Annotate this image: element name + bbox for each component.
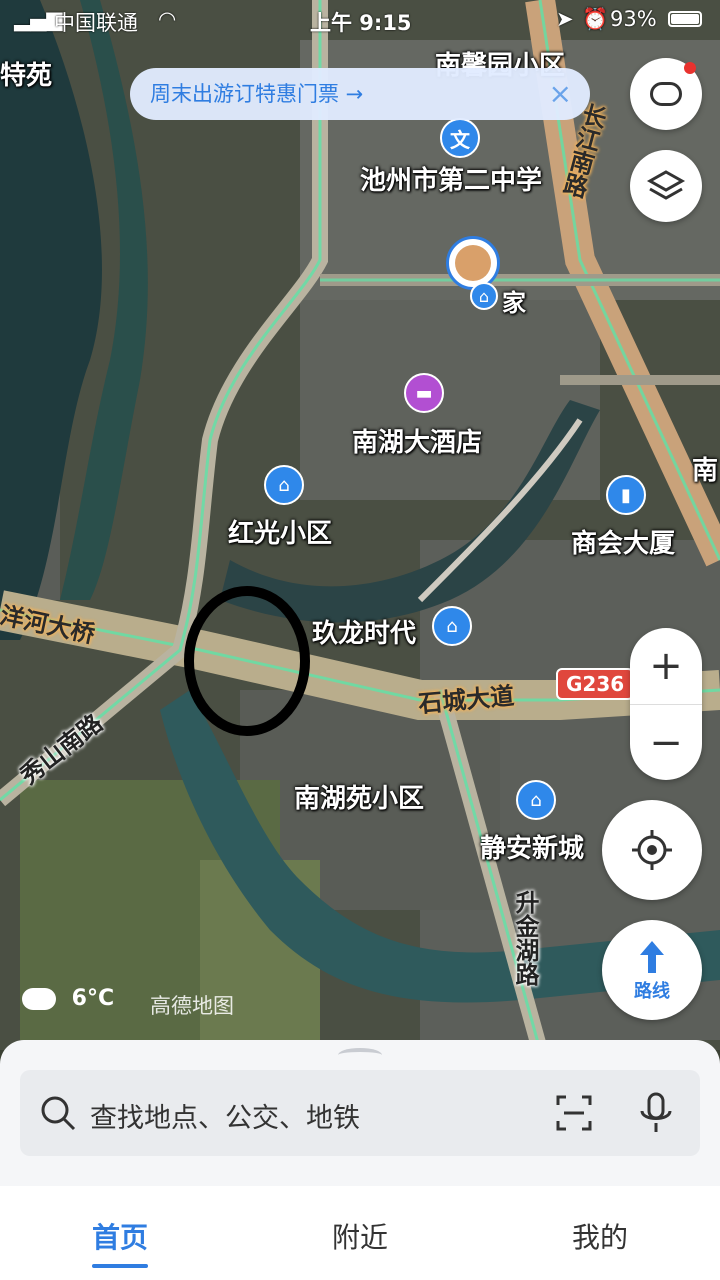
hotel-icon[interactable]: ▬: [404, 373, 444, 413]
zoom-out-button[interactable]: −: [630, 704, 702, 781]
alarm-icon: ⏰: [582, 7, 609, 31]
poi-label[interactable]: 特苑: [0, 55, 52, 92]
route-button[interactable]: 路线: [602, 920, 702, 1020]
map-watermark: 高德地图: [150, 994, 234, 1018]
temperature: 6°C: [71, 986, 115, 1011]
poi-label[interactable]: 南湖大酒店: [352, 422, 482, 459]
building-icon[interactable]: ▮: [606, 475, 646, 515]
route-arrow-icon: [640, 941, 664, 973]
battery-icon: [668, 11, 702, 27]
tab-label: 首页: [91, 1221, 148, 1254]
sheet-handle[interactable]: [338, 1048, 382, 1062]
scan-icon[interactable]: [554, 1093, 594, 1133]
status-bar: ▂▄▆ 中国联通 ◠ 上午 9:15 ➤ ⏰ 93%: [0, 0, 720, 40]
layers-icon: [646, 170, 686, 200]
tab-label: 我的: [571, 1221, 628, 1254]
tab-nearby[interactable]: 附近: [300, 1216, 420, 1256]
poi-label[interactable]: 商会大厦: [571, 523, 675, 560]
route-label: 路线: [634, 981, 670, 1002]
zoom-in-button[interactable]: +: [630, 628, 702, 704]
search-bar[interactable]: 查找地点、公交、地铁: [20, 1070, 700, 1156]
chat-icon: [650, 82, 682, 106]
poi-label[interactable]: 南: [692, 450, 718, 487]
tab-label: 附近: [331, 1221, 388, 1254]
battery-level: 93%: [610, 7, 657, 31]
avatar: [455, 245, 491, 281]
close-icon[interactable]: ×: [549, 68, 572, 120]
zoom-control: + −: [630, 628, 702, 780]
location-arrow-icon: ➤: [556, 7, 574, 31]
search-input[interactable]: 查找地点、公交、地铁: [90, 1096, 360, 1135]
school-icon[interactable]: 文: [440, 118, 480, 158]
notification-dot: [684, 62, 696, 74]
carrier: 中国联通: [54, 11, 138, 35]
microphone-icon[interactable]: [636, 1091, 676, 1135]
residence-icon[interactable]: ⌂: [432, 606, 472, 646]
residence-icon[interactable]: ⌂: [516, 780, 556, 820]
poi-label[interactable]: 静安新城: [480, 828, 584, 865]
road-label-shengjin: 升金湖路: [511, 890, 539, 986]
wifi-icon: ◠: [158, 7, 177, 31]
locate-icon: [632, 830, 672, 870]
message-button[interactable]: [630, 58, 702, 130]
search-icon: [41, 1096, 76, 1131]
tab-home[interactable]: 首页: [60, 1216, 180, 1268]
clock: 上午 9:15: [310, 11, 412, 35]
map-view[interactable]: 南馨园小区 特苑 文 池州市第二中学 ⌂ 家 ▬ 南湖大酒店 ⌂ 红光小区 ▮ …: [0, 0, 720, 1050]
tab-bar: 首页 附近 我的: [0, 1186, 720, 1280]
promo-banner[interactable]: 周末出游订特惠门票 → ×: [130, 68, 590, 120]
poi-label[interactable]: 南湖苑小区: [294, 778, 424, 815]
home-icon[interactable]: ⌂: [470, 282, 498, 310]
layers-button[interactable]: [630, 150, 702, 222]
tab-me[interactable]: 我的: [540, 1216, 660, 1256]
avatar-location-marker[interactable]: [446, 236, 500, 290]
poi-label[interactable]: 家: [502, 283, 526, 318]
poi-label[interactable]: 红光小区: [228, 513, 332, 550]
cloud-icon: [22, 988, 56, 1010]
poi-label[interactable]: 玖龙时代: [312, 613, 416, 650]
g236-badge: G236: [556, 668, 635, 700]
active-tab-indicator: [92, 1264, 148, 1268]
locate-button[interactable]: [602, 800, 702, 900]
poi-label[interactable]: 池州市第二中学: [360, 160, 542, 197]
weather-widget[interactable]: 6°C: [22, 986, 114, 1011]
residence-icon[interactable]: ⌂: [264, 465, 304, 505]
promo-text[interactable]: 周末出游订特惠门票 →: [150, 82, 363, 106]
